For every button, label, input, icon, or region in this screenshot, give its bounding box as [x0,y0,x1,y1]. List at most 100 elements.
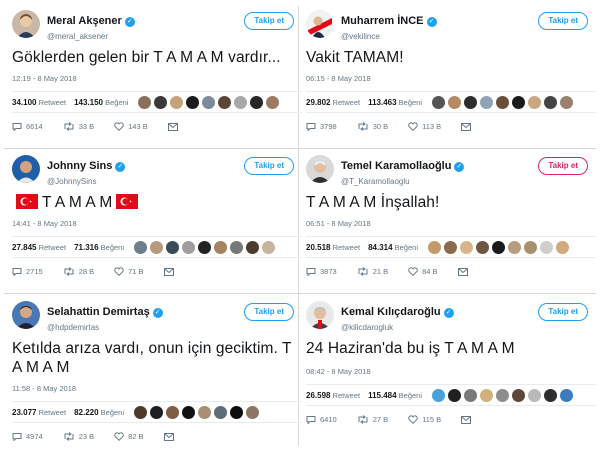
user-handle[interactable]: @meral_aksener [47,32,135,41]
liker-avatar[interactable] [266,95,280,109]
message-button[interactable] [167,122,182,131]
like-count[interactable]: 113.463 [368,98,396,107]
tweet-timestamp[interactable]: 11:58 - 8 May 2018 [12,384,302,393]
liker-avatar[interactable] [166,405,179,419]
liker-avatar[interactable] [186,95,200,109]
like-count[interactable]: 143.150 [74,98,103,107]
tweet-timestamp[interactable]: 08:42 - 8 May 2018 [306,367,596,376]
display-name[interactable]: Meral Akşener [47,15,122,27]
liker-avatar[interactable] [154,95,168,109]
like-button[interactable]: 143 B [114,122,148,131]
liker-avatar[interactable] [540,240,553,254]
reply-button[interactable]: 3873 [306,267,337,276]
liker-avatar[interactable] [134,405,147,419]
retweet-count[interactable]: 27.845 [12,243,36,252]
retweet-count[interactable]: 34.100 [12,98,36,107]
tweet-timestamp[interactable]: 06:51 - 8 May 2018 [306,219,596,228]
liker-avatar[interactable] [182,240,195,254]
follow-button[interactable]: Takip et [244,157,294,175]
liker-avatar[interactable] [150,240,163,254]
like-count[interactable]: 84.314 [368,243,392,252]
liker-avatar[interactable] [182,405,195,419]
retweet-button[interactable]: 21 B [357,267,388,276]
avatar[interactable] [306,155,334,183]
tweet-timestamp[interactable]: 12:19 - 8 May 2018 [12,74,302,83]
liker-avatar[interactable] [524,240,537,254]
liker-avatar[interactable] [560,388,574,402]
follow-button[interactable]: Takip et [244,303,294,321]
retweet-count[interactable]: 23.077 [12,408,36,417]
reply-button[interactable]: 2715 [12,267,43,276]
liker-avatar[interactable] [150,405,163,419]
liker-avatar[interactable] [198,405,211,419]
retweet-button[interactable]: 28 B [63,267,94,276]
like-button[interactable]: 84 B [408,267,438,276]
message-button[interactable] [163,432,178,441]
liker-avatar[interactable] [138,95,152,109]
liker-avatar[interactable] [432,388,446,402]
avatar[interactable] [12,301,40,329]
liker-avatar[interactable] [246,405,259,419]
liker-avatar[interactable] [556,240,569,254]
liker-avatar[interactable] [198,240,211,254]
retweet-count[interactable]: 29.802 [306,98,330,107]
like-button[interactable]: 71 B [114,267,144,276]
liker-avatar[interactable] [230,240,243,254]
liker-avatar[interactable] [202,95,216,109]
retweet-count[interactable]: 20.518 [306,243,330,252]
avatar[interactable] [306,301,334,329]
avatar[interactable] [12,155,40,183]
liker-avatar[interactable] [496,388,510,402]
retweet-button[interactable]: 33 B [63,122,94,131]
liker-avatar[interactable] [448,95,462,109]
follow-button[interactable]: Takip et [538,12,588,30]
liker-avatar[interactable] [496,95,510,109]
display-name[interactable]: Kemal Kılıçdaroğlu [341,306,441,318]
liker-avatar[interactable] [528,95,542,109]
display-name[interactable]: Selahattin Demirtaş [47,306,150,318]
liker-avatar[interactable] [166,240,179,254]
liker-avatar[interactable] [428,240,441,254]
liker-avatar[interactable] [512,388,526,402]
retweet-button[interactable]: 30 B [357,122,388,131]
liker-avatar[interactable] [560,95,574,109]
message-button[interactable] [457,267,472,276]
like-count[interactable]: 115.484 [368,391,396,400]
like-button[interactable]: 82 B [114,432,144,441]
liker-avatar[interactable] [544,388,558,402]
liker-avatar[interactable] [432,95,446,109]
display-name[interactable]: Temel Karamollaoğlu [341,160,451,172]
liker-avatar[interactable] [528,388,542,402]
display-name[interactable]: Muharrem İNCE [341,15,424,27]
liker-avatar[interactable] [444,240,457,254]
liker-avatar[interactable] [214,240,227,254]
retweet-count[interactable]: 26.598 [306,391,330,400]
display-name[interactable]: Johnny Sins [47,160,112,172]
liker-avatar[interactable] [492,240,505,254]
liker-avatar[interactable] [218,95,232,109]
follow-button[interactable]: Takip et [538,157,588,175]
like-count[interactable]: 82.220 [74,408,98,417]
reply-button[interactable]: 6614 [12,122,43,131]
user-handle[interactable]: @hdpdemirtas [47,323,163,332]
liker-avatar[interactable] [134,240,147,254]
liker-avatar[interactable] [170,95,184,109]
liker-avatar[interactable] [464,388,478,402]
follow-button[interactable]: Takip et [538,303,588,321]
user-handle[interactable]: @vekilince [341,32,437,41]
retweet-button[interactable]: 27 B [357,415,388,424]
liker-avatar[interactable] [230,405,243,419]
user-handle[interactable]: @kilicdarogluk [341,323,454,332]
user-handle[interactable]: @T_Karamollaoglu [341,177,464,186]
like-button[interactable]: 113 B [408,122,441,131]
liker-avatar[interactable] [480,95,494,109]
liker-avatar[interactable] [512,95,526,109]
message-button[interactable] [461,122,475,131]
user-handle[interactable]: @JohnnySins [47,177,125,186]
like-count[interactable]: 71.316 [74,243,98,252]
liker-avatar[interactable] [234,95,248,109]
like-button[interactable]: 115 B [408,415,441,424]
liker-avatar[interactable] [464,95,478,109]
message-button[interactable] [461,415,475,424]
avatar[interactable] [306,10,334,38]
